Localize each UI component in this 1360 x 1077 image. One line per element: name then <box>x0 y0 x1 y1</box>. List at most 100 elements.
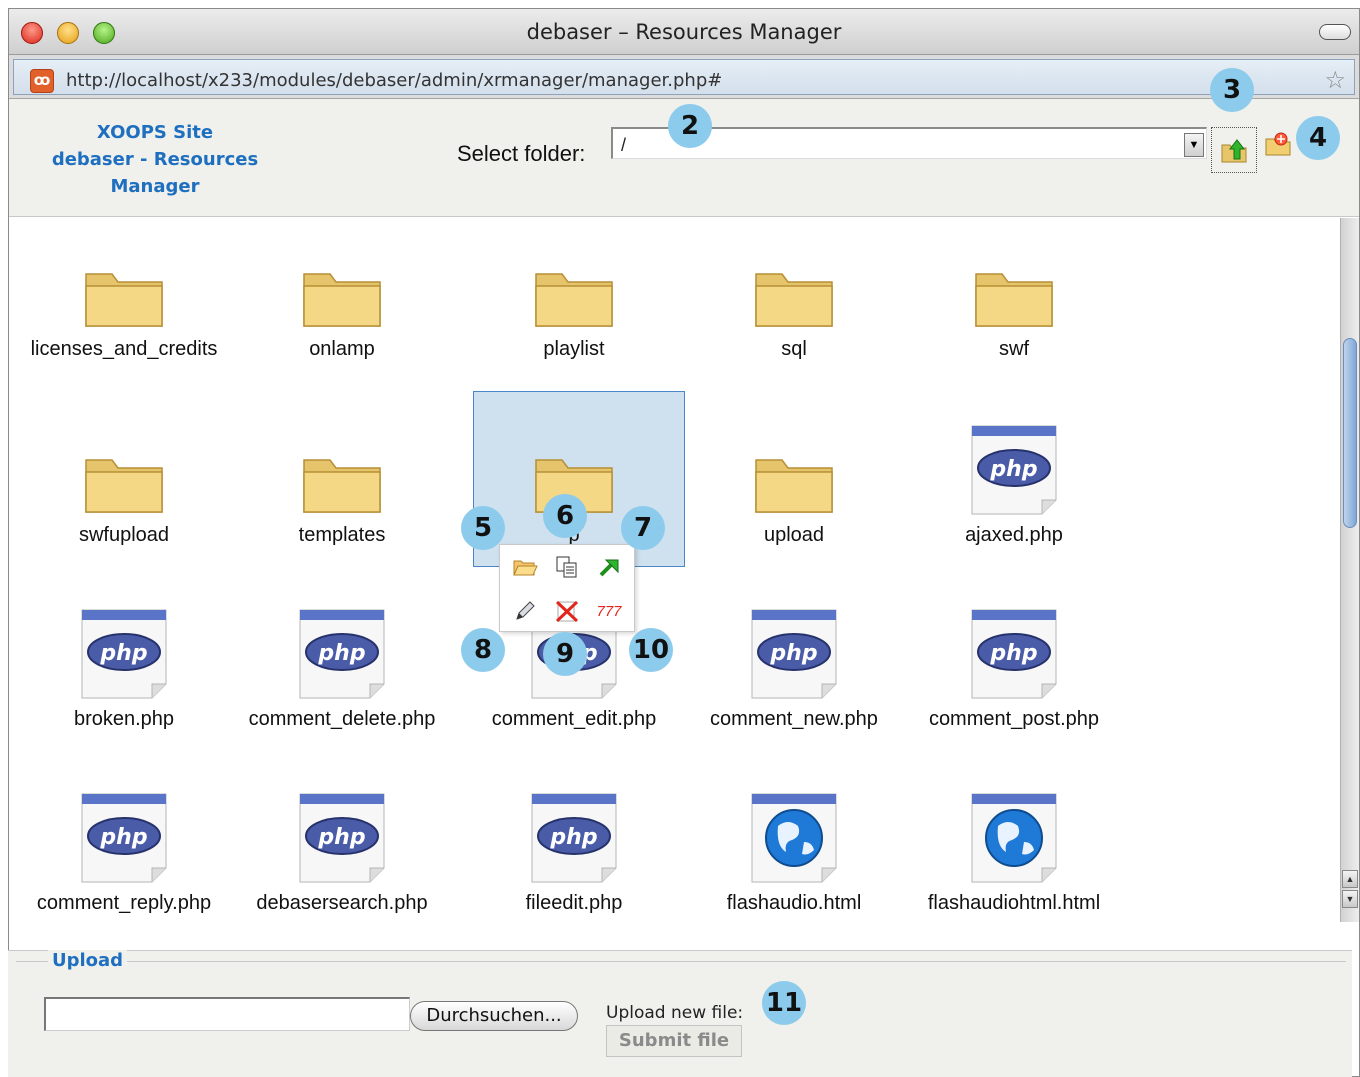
scrollbar-thumb[interactable] <box>1343 338 1357 528</box>
file-item[interactable]: php comment_post.php <box>909 608 1119 731</box>
folder-item[interactable]: onlamp <box>237 238 447 361</box>
folder-icon <box>19 424 229 516</box>
item-label: templates <box>298 524 386 546</box>
callout-badge: 4 <box>1296 116 1340 160</box>
chevron-down-icon[interactable]: ▼ <box>1184 133 1204 157</box>
item-label: comment_delete.php <box>248 708 436 730</box>
folder-item[interactable]: licenses_and_credits <box>19 238 229 361</box>
folder-item[interactable]: sql <box>689 238 899 361</box>
php-file-icon: php <box>237 792 447 884</box>
folder-item[interactable]: playlist <box>469 238 679 361</box>
callout-badge: 10 <box>629 628 673 672</box>
item-context-menu: 777 <box>499 544 635 632</box>
site-title: XOOPS Site debaser - Resources Manager <box>45 119 265 200</box>
svg-text:php: php <box>99 825 147 850</box>
file-item[interactable]: php debasersearch.php <box>237 792 447 915</box>
item-label: comment_post.php <box>928 708 1100 730</box>
folder-icon <box>237 424 447 516</box>
scroll-up-button[interactable]: ▲ <box>1342 870 1358 888</box>
toolbar-toggle-button[interactable] <box>1319 24 1351 40</box>
url-field[interactable]: ꝏ http://localhost/x233/modules/debaser/… <box>13 59 1355 95</box>
copy-action[interactable] <box>550 551 584 583</box>
file-item[interactable]: flashaudiohtml.html <box>909 792 1119 915</box>
php-file-icon: php <box>19 608 229 700</box>
site-title-line: XOOPS Site <box>96 122 214 143</box>
copy-icon <box>556 556 577 578</box>
folder-icon <box>689 424 899 516</box>
upload-file-input[interactable] <box>44 997 410 1031</box>
item-label: fileedit.php <box>525 892 623 914</box>
callout-badge: 8 <box>461 628 505 672</box>
callout-badge: 7 <box>621 506 665 550</box>
folder-item[interactable]: swfupload <box>19 424 229 547</box>
file-item[interactable]: php fileedit.php <box>469 792 679 915</box>
open-folder-action[interactable] <box>508 551 542 583</box>
scroll-down-button[interactable]: ▼ <box>1342 890 1358 908</box>
select-folder-label: Select folder: <box>457 141 586 166</box>
php-file-icon: php <box>689 608 899 700</box>
item-label: sql <box>781 338 807 360</box>
delete-action[interactable] <box>550 595 584 627</box>
submit-file-button[interactable]: Submit file <box>606 1025 742 1057</box>
php-file-icon: php <box>469 792 679 884</box>
move-arrow-icon <box>599 559 619 577</box>
parent-folder-button[interactable] <box>1211 127 1257 173</box>
html-file-icon <box>909 792 1119 884</box>
folder-up-icon <box>1221 139 1247 163</box>
svg-text:php: php <box>549 825 597 850</box>
callout-badge: 9 <box>543 632 587 676</box>
php-file-icon: php <box>237 608 447 700</box>
folder-icon <box>19 238 229 330</box>
item-label: playlist <box>543 338 605 360</box>
file-item[interactable]: php comment_delete.php <box>237 608 447 731</box>
item-label: comment_new.php <box>710 708 878 730</box>
file-item[interactable]: php comment_new.php <box>689 608 899 731</box>
callout-badge: 6 <box>543 494 587 538</box>
svg-text:php: php <box>989 641 1037 666</box>
svg-text:php: php <box>989 457 1037 482</box>
folder-item[interactable]: upload <box>689 424 899 547</box>
folder-item[interactable]: templates <box>237 424 447 547</box>
vertical-scrollbar[interactable]: ▲ ▼ <box>1340 218 1359 922</box>
item-label: flashaudio.html <box>726 892 862 914</box>
folder-icon <box>909 238 1119 330</box>
move-action[interactable] <box>592 551 626 583</box>
site-title-line: Manager <box>110 176 200 197</box>
item-label: swf <box>999 338 1029 360</box>
item-label: upload <box>763 524 825 546</box>
rename-action[interactable] <box>508 595 542 627</box>
item-label: onlamp <box>309 338 375 360</box>
url-text[interactable]: http://localhost/x233/modules/debaser/ad… <box>66 70 722 91</box>
item-label: debasersearch.php <box>256 892 428 914</box>
folder-icon <box>469 238 679 330</box>
upload-legend: Upload <box>48 950 128 971</box>
item-label: flashaudiohtml.html <box>927 892 1101 914</box>
callout-badge: 3 <box>1210 68 1254 112</box>
callout-badge: 2 <box>668 104 712 148</box>
open-folder-icon <box>513 560 538 576</box>
php-file-icon: php <box>909 424 1119 516</box>
folder-icon <box>237 238 447 330</box>
file-item[interactable]: php comment_reply.php <box>19 792 229 915</box>
svg-text:php: php <box>317 641 365 666</box>
new-folder-icon <box>1265 132 1291 156</box>
item-label: comment_edit.php <box>491 708 657 730</box>
new-folder-button[interactable] <box>1263 129 1293 159</box>
window-title: debaser – Resources Manager <box>526 20 842 44</box>
address-bar: ꝏ http://localhost/x233/modules/debaser/… <box>9 55 1359 99</box>
file-item[interactable]: flashaudio.html <box>689 792 899 915</box>
browse-button[interactable]: Durchsuchen... <box>410 1001 578 1031</box>
browser-window: debaser – Resources Manager ꝏ http://loc… <box>8 8 1360 1077</box>
bookmark-star-icon[interactable]: ☆ <box>1324 66 1346 95</box>
chmod-action[interactable]: 777 <box>592 595 626 627</box>
item-label: ajaxed.php <box>965 524 1063 546</box>
item-label: comment_reply.php <box>36 892 212 914</box>
upload-divider <box>16 961 1346 962</box>
file-item[interactable]: php broken.php <box>19 608 229 731</box>
file-item[interactable]: php ajaxed.php <box>909 424 1119 547</box>
callout-badge: 5 <box>461 506 505 550</box>
html-file-icon <box>689 792 899 884</box>
svg-text:php: php <box>769 641 817 666</box>
folder-item[interactable]: swf <box>909 238 1119 361</box>
pencil-icon <box>516 601 535 620</box>
